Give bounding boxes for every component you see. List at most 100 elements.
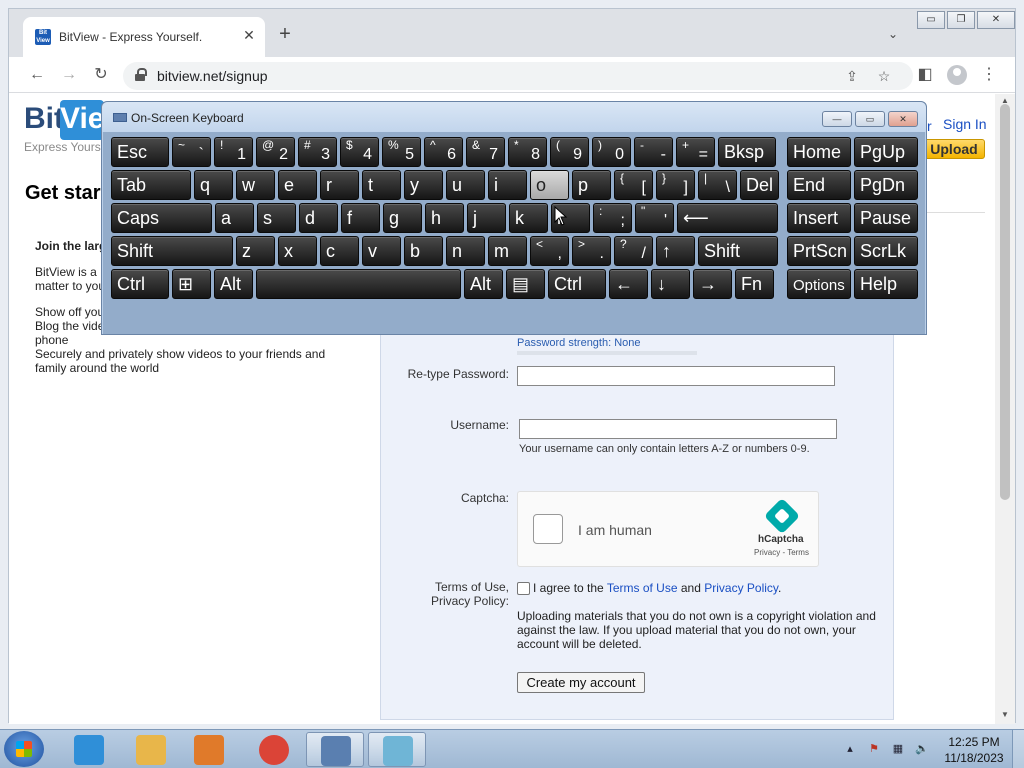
key-tab[interactable]: Tab — [111, 170, 191, 200]
key-b[interactable]: b — [404, 236, 443, 266]
volume-icon[interactable]: 🔈 — [914, 742, 930, 756]
bookmark-star-icon[interactable]: ☆ — [875, 67, 893, 85]
captcha-checkbox[interactable] — [533, 514, 563, 544]
network-icon[interactable]: ▦ — [890, 742, 906, 756]
key-alt[interactable]: Alt — [214, 269, 253, 299]
page-scrollbar[interactable]: ▲ ▼ — [995, 94, 1015, 724]
key-shift[interactable]: Shift — [698, 236, 778, 266]
taskbar-internet-explorer[interactable] — [60, 732, 118, 767]
key-shift[interactable]: Shift — [111, 236, 233, 266]
side-panel-icon[interactable]: ◧ — [915, 65, 935, 85]
key-pgdn[interactable]: PgDn — [854, 170, 918, 200]
key-8[interactable]: * 8 — [508, 137, 547, 167]
tab-search-icon[interactable]: ⌄ — [885, 27, 901, 43]
header-link-fragment[interactable]: r — [927, 118, 932, 134]
address-bar[interactable]: bitview.net/signup ⇪ ☆ — [123, 62, 913, 90]
sign-in-link[interactable]: Sign In — [943, 116, 987, 132]
upload-button[interactable]: Upload — [923, 139, 985, 159]
key-del[interactable]: Del — [740, 170, 779, 200]
show-desktop-button[interactable] — [1012, 730, 1024, 768]
privacy-policy-link[interactable]: Privacy Policy — [704, 581, 778, 595]
profile-avatar[interactable] — [947, 65, 967, 85]
key-r1c12[interactable]: }] — [656, 170, 695, 200]
key-help[interactable]: Help — [854, 269, 918, 299]
key-ctrl[interactable]: Ctrl — [111, 269, 169, 299]
key-i[interactable]: i — [488, 170, 527, 200]
key-insert[interactable]: Insert — [787, 203, 851, 233]
tab-close-icon[interactable]: ✕ — [241, 27, 257, 43]
clock[interactable]: 12:25 PM 11/18/2023 — [940, 734, 1008, 766]
key-v[interactable]: v — [362, 236, 401, 266]
key-w[interactable]: w — [236, 170, 275, 200]
scroll-thumb[interactable] — [1000, 104, 1010, 500]
key-f[interactable]: f — [341, 203, 380, 233]
key-prtscn[interactable]: PrtScn — [787, 236, 851, 266]
key-fn[interactable]: Fn — [735, 269, 774, 299]
key-r0c1[interactable]: ~ ` — [172, 137, 211, 167]
key-2[interactable]: @2 — [256, 137, 295, 167]
tab-bitview[interactable]: Bit View BitView - Express Yourself. ✕ — [23, 17, 265, 57]
key-a[interactable]: a — [215, 203, 254, 233]
retype-password-input[interactable] — [517, 366, 835, 386]
taskbar-file-explorer[interactable] — [122, 732, 180, 767]
key-u[interactable]: u — [446, 170, 485, 200]
menu-kebab-icon[interactable]: ⋮ — [979, 65, 999, 85]
reload-icon[interactable]: ↻ — [91, 65, 111, 85]
key-c[interactable]: c — [320, 236, 359, 266]
key-1[interactable]: ! 1 — [214, 137, 253, 167]
osk-titlebar[interactable]: On-Screen Keyboard — ▭ ✕ — [102, 102, 926, 132]
back-icon[interactable]: ← — [27, 65, 47, 85]
key-r4c8[interactable]: ↓ — [651, 269, 690, 299]
key-t[interactable]: t — [362, 170, 401, 200]
key-esc[interactable]: Esc — [111, 137, 169, 167]
key-r3c9[interactable]: >. — [572, 236, 611, 266]
key-r3c10[interactable]: ? / — [614, 236, 653, 266]
key-o[interactable]: o — [530, 170, 569, 200]
key-r4c7[interactable]: ← — [609, 269, 648, 299]
taskbar-chrome[interactable] — [245, 732, 303, 767]
key-e[interactable]: e — [278, 170, 317, 200]
start-button[interactable] — [4, 731, 44, 767]
key-0[interactable]: ) 0 — [592, 137, 631, 167]
key-home[interactable]: Home — [787, 137, 851, 167]
key-s[interactable]: s — [257, 203, 296, 233]
key-ctrl[interactable]: Ctrl — [548, 269, 606, 299]
key-scrlk[interactable]: ScrLk — [854, 236, 918, 266]
key-pgup[interactable]: PgUp — [854, 137, 918, 167]
key-r3c11[interactable]: ↑ — [656, 236, 695, 266]
key-z[interactable]: z — [236, 236, 275, 266]
key-caps[interactable]: Caps — [111, 203, 212, 233]
key-g[interactable]: g — [383, 203, 422, 233]
new-tab-button[interactable]: + — [275, 24, 295, 45]
osk-minimize-button[interactable]: — — [822, 111, 852, 127]
key-end[interactable]: End — [787, 170, 851, 200]
taskbar-media-player[interactable] — [180, 732, 238, 767]
key-bksp[interactable]: Bksp — [718, 137, 776, 167]
key-n[interactable]: n — [446, 236, 485, 266]
key-5[interactable]: % 5 — [382, 137, 421, 167]
key-r0c12[interactable]: -- — [634, 137, 673, 167]
key-r3c8[interactable]: <, — [530, 236, 569, 266]
captcha-links[interactable]: Privacy - Terms — [754, 548, 809, 557]
key-m[interactable]: m — [488, 236, 527, 266]
key-pause[interactable]: Pause — [854, 203, 918, 233]
key-d[interactable]: d — [299, 203, 338, 233]
key-7[interactable]: & 7 — [466, 137, 505, 167]
create-account-button[interactable]: Create my account — [517, 672, 645, 693]
key-alt[interactable]: Alt — [464, 269, 503, 299]
osk-close-button[interactable]: ✕ — [888, 111, 918, 127]
tos-checkbox[interactable] — [517, 582, 530, 595]
key-q[interactable]: q — [194, 170, 233, 200]
key-9[interactable]: (9 — [550, 137, 589, 167]
forward-icon[interactable]: → — [59, 65, 79, 85]
taskbar-notepad[interactable] — [368, 732, 426, 767]
key-enter[interactable]: ⟵ — [677, 203, 778, 233]
key-space[interactable] — [256, 269, 461, 299]
tray-expand-icon[interactable]: ▴ — [842, 742, 858, 756]
username-input[interactable] — [519, 419, 837, 439]
key-r1c13[interactable]: | \ — [698, 170, 737, 200]
maximize-window-button[interactable]: ❐ — [947, 11, 975, 29]
key-r0c13[interactable]: + = — [676, 137, 715, 167]
action-center-icon[interactable]: ⚑ — [866, 742, 882, 756]
key-r2c11[interactable]: " ' — [635, 203, 674, 233]
